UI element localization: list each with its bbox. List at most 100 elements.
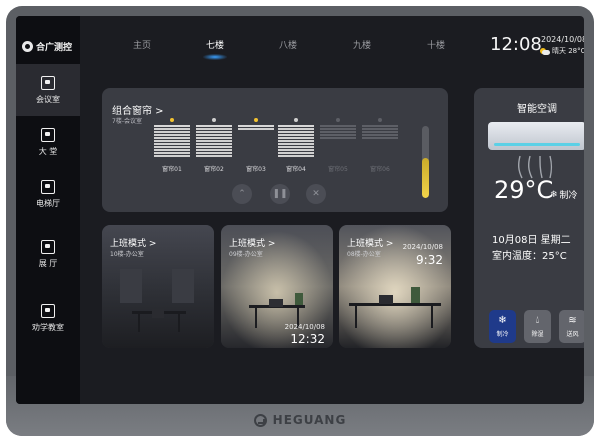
- scene-date: 2024/10/08: [284, 323, 325, 331]
- curtain-blind-icon: [154, 128, 190, 158]
- mode-label: 除湿: [531, 330, 544, 338]
- curtain-panel-title[interactable]: 组合窗帘 >: [112, 102, 164, 117]
- pause-button[interactable]: ❚❚: [270, 184, 290, 204]
- curtain-rail: [154, 125, 190, 127]
- ac-indoor-temperature: 室内温度：25°C: [492, 251, 567, 262]
- up-down-button[interactable]: ⌃: [232, 184, 252, 204]
- scene-time: 9:32: [416, 253, 443, 267]
- tab-home[interactable]: 主页: [133, 38, 151, 51]
- curtain-rail: [320, 125, 356, 127]
- scene-card[interactable]: 上班模式 > 10楼-办公室: [102, 225, 214, 348]
- snowflake-icon: ❄: [550, 189, 558, 200]
- screen: 合广测控 会议室 大 堂 电梯厅 展 厅 劝学教室 主页 七楼 八楼 九楼 十楼…: [16, 16, 584, 404]
- sidebar: 合广测控 会议室 大 堂 电梯厅 展 厅 劝学教室: [16, 16, 80, 404]
- floor-tabs: 主页 七楼 八楼 九楼 十楼: [80, 16, 460, 71]
- ac-panel-title[interactable]: 智能空调: [474, 100, 584, 115]
- tab-floor-10[interactable]: 十楼: [427, 38, 445, 51]
- pause-icon: ❚❚: [272, 189, 288, 199]
- classroom-icon: [41, 303, 55, 318]
- mode-label: 送风: [566, 330, 579, 338]
- curtain-status-dot: [254, 118, 258, 122]
- curtain-blind-icon: [362, 128, 398, 140]
- brand-name: HEGUANG: [272, 413, 347, 427]
- scene-card[interactable]: 上班模式 > 09楼-办公室 2024/10/08 12:32: [221, 225, 333, 348]
- wind-icon: ≋: [568, 314, 577, 326]
- curtain-blind-icon: [320, 128, 356, 140]
- curtain-blind-icon: [238, 128, 274, 131]
- ac-mode: ❄ 制冷: [550, 188, 578, 202]
- close-icon: ✕: [312, 189, 320, 199]
- curtain-status-dot: [378, 118, 382, 122]
- chevron-up-down-icon: ⌃: [238, 189, 246, 199]
- scene-title: 上班模式 >: [347, 239, 394, 249]
- scene-card[interactable]: 上班模式 > 08楼-办公室 2024/10/08 9:32: [339, 225, 451, 348]
- ac-temperature: 29°C: [494, 176, 554, 204]
- air-conditioner-icon: [488, 122, 584, 150]
- sidebar-item-classroom[interactable]: 劝学教室: [16, 292, 80, 344]
- brand-logo-icon: [253, 413, 267, 427]
- clock: 12:08: [490, 34, 542, 55]
- logo-icon: [22, 41, 33, 52]
- device-brand: HEGUANG: [6, 404, 594, 436]
- curtain-rail: [196, 125, 232, 127]
- scene-title: 上班模式 >: [229, 239, 276, 249]
- curtain-rail: [238, 125, 274, 127]
- scene-subtitle: 09楼-办公室: [229, 251, 263, 258]
- active-tab-indicator: [203, 54, 227, 60]
- logo-text: 合广测控: [36, 43, 73, 53]
- curtain-blind-icon: [278, 128, 314, 158]
- scene-title: 上班模式 >: [110, 239, 157, 249]
- curtain-panel: 组合窗帘 > 7楼-会议室 窗帘01 窗帘02 窗帘03 窗帘04 窗帘05 窗帘06 ⌃…: [102, 88, 448, 212]
- mode-dehumidify-button[interactable]: 💧︎ 除湿: [524, 310, 551, 343]
- tab-floor-8[interactable]: 八楼: [279, 38, 297, 51]
- curtain-level-slider[interactable]: [422, 126, 429, 198]
- sidebar-item-lobby[interactable]: 大 堂: [16, 116, 80, 168]
- scene-subtitle: 08楼-办公室: [347, 251, 381, 258]
- close-button[interactable]: ✕: [306, 184, 326, 204]
- curtain-level-fill: [422, 158, 429, 198]
- person-icon: [41, 127, 55, 142]
- tablet-device: 合广测控 会议室 大 堂 电梯厅 展 厅 劝学教室 主页 七楼 八楼 九楼 十楼…: [6, 6, 594, 436]
- mode-label: 制冷: [496, 330, 509, 338]
- curtain-panel-subtitle: 7楼-会议室: [112, 118, 142, 125]
- sidebar-item-label: 会议室: [36, 94, 60, 104]
- curtain-status-dot: [294, 118, 298, 122]
- tab-floor-9[interactable]: 九楼: [353, 38, 371, 51]
- curtain-status-dot: [170, 118, 174, 122]
- app-logo: 合广测控: [22, 40, 72, 53]
- scene-date: 2024/10/08: [402, 243, 443, 251]
- scene-time: 12:32: [290, 332, 325, 346]
- scene-subtitle: 10楼-办公室: [110, 251, 144, 258]
- curtain-status-dot: [212, 118, 216, 122]
- mode-cool-button[interactable]: ❄ 制冷: [489, 310, 516, 343]
- snowflake-icon: ❄: [498, 314, 507, 326]
- sidebar-item-elevator-hall[interactable]: 电梯厅: [16, 168, 80, 220]
- home-icon: [41, 239, 55, 254]
- curtain-label: 窗帘01: [162, 166, 182, 173]
- sidebar-item-exhibition-hall[interactable]: 展 厅: [16, 228, 80, 280]
- sidebar-item-label: 电梯厅: [36, 198, 60, 208]
- tab-floor-7[interactable]: 七楼: [206, 38, 224, 51]
- curtain-label: 窗帘05: [328, 166, 348, 173]
- elevator-icon: [41, 179, 55, 194]
- sidebar-item-label: 大 堂: [38, 146, 58, 156]
- partly-cloudy-icon: [540, 47, 550, 55]
- curtain-rail: [362, 125, 398, 127]
- curtain-label: 窗帘02: [204, 166, 224, 173]
- header-date: 2024/10/08: [541, 35, 584, 44]
- curtain-blind-icon: [196, 128, 232, 158]
- curtain-label: 窗帘03: [246, 166, 266, 173]
- droplet-icon: 💧︎: [535, 314, 540, 326]
- sidebar-item-meeting-room[interactable]: 会议室: [16, 64, 80, 116]
- sidebar-item-label: 展 厅: [38, 258, 58, 268]
- meeting-room-icon: [41, 75, 55, 90]
- ac-panel: 智能空调 29°C ❄ 制冷 10月08日 星期二 室内温度：25°C ❄ 制冷…: [474, 88, 584, 348]
- curtain-label: 窗帘04: [286, 166, 306, 173]
- ac-mode-label: 制冷: [559, 191, 578, 201]
- mode-fan-button[interactable]: ≋ 送风: [559, 310, 584, 343]
- curtain-rail: [278, 125, 314, 127]
- curtain-status-dot: [336, 118, 340, 122]
- ac-date-line: 10月08日 星期二: [492, 235, 571, 246]
- curtain-label: 窗帘06: [370, 166, 390, 173]
- weather: 晴天 28°C: [540, 46, 584, 56]
